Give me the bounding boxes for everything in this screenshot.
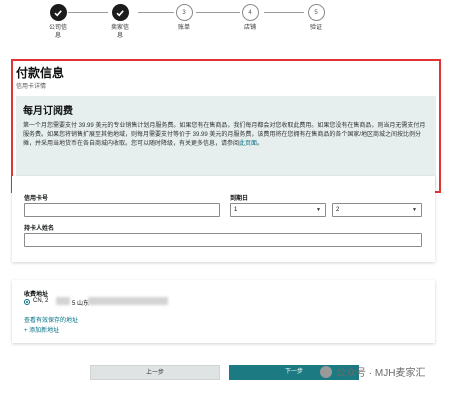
page-subtitle: 信用卡详情	[16, 84, 47, 90]
progress-stepper: 公司信息 卖家信息 3 账单 4 店铺 5 验证	[0, 0, 462, 44]
step-company-info: 公司信息	[38, 4, 78, 40]
step-billing: 3 账单	[164, 4, 204, 32]
step-number: 5	[307, 4, 325, 21]
cardholder-label: 持卡人姓名	[24, 226, 55, 232]
card-details-panel: 信用卡号 到期日 1 ▼ 2 ▼ 持卡人姓名	[12, 176, 435, 262]
this-page-link[interactable]: 此页面	[239, 141, 257, 147]
checkmark-icon	[49, 4, 67, 21]
step-store: 4 店铺	[230, 4, 270, 32]
checkmark-icon	[111, 4, 129, 21]
step-seller-info: 卖家信息	[100, 4, 140, 40]
redacted-address-blur	[88, 297, 168, 305]
subscription-text: 第一个月您需要支付 39.99 美元的专业销售计划月服务费。如果您有在售商品，我…	[23, 123, 426, 147]
billing-address-label: 收费地址	[24, 292, 49, 298]
billing-address-panel: 收费地址 CN, 2 5 山东 查看有效保存的地址 + 添加新地址	[12, 280, 435, 343]
step-label: 公司信	[48, 25, 67, 31]
card-number-input[interactable]	[24, 203, 220, 217]
subscription-fee-panel: 每月订阅费 第一个月您需要支付 39.99 美元的专业销售计划月服务费。如果您有…	[16, 96, 436, 188]
step-label-line2: 息	[116, 33, 123, 39]
address-radio[interactable]	[24, 299, 30, 305]
step-number: 3	[175, 4, 193, 21]
address-text-part2: 5 山东	[72, 301, 90, 307]
watermark: 公众号 · MJH麦家汇	[320, 364, 425, 379]
step-label: 账单	[177, 25, 190, 31]
expiry-month-select[interactable]: 1 ▼	[230, 203, 326, 217]
card-number-label: 信用卡号	[24, 196, 49, 202]
payment-info-highlight: 付款信息 信用卡详情 每月订阅费 第一个月您需要支付 39.99 美元的专业销售…	[11, 59, 441, 193]
expiry-year-value: 2	[336, 207, 340, 213]
subscription-text-end: 。	[257, 141, 264, 147]
step-number: 4	[241, 4, 259, 21]
subscription-title: 每月订阅费	[23, 106, 73, 117]
expiry-month-value: 1	[234, 207, 238, 213]
step-verification: 5 验证	[296, 4, 336, 32]
dropdown-arrow-icon: ▼	[412, 207, 417, 213]
step-label: 店铺	[243, 25, 256, 31]
wechat-icon	[320, 365, 332, 378]
view-saved-addresses-link[interactable]: 查看有效保存的地址	[24, 315, 78, 324]
expiry-label: 到期日	[230, 196, 249, 202]
cardholder-name-input[interactable]	[24, 233, 422, 247]
step-label: 卖家信	[110, 25, 129, 31]
step-label-line2: 息	[54, 33, 61, 39]
page-title: 付款信息	[16, 66, 65, 80]
expiry-year-select[interactable]: 2 ▼	[332, 203, 422, 217]
address-text: CN, 2	[33, 298, 48, 304]
redacted-address-blur	[56, 297, 70, 305]
address-prefix: CN, 2	[33, 298, 49, 304]
step-label: 验证	[309, 25, 322, 31]
watermark-text: 公众号 · MJH麦家汇	[336, 368, 426, 379]
dropdown-arrow-icon: ▼	[316, 207, 321, 213]
previous-button[interactable]: 上一步	[90, 365, 220, 380]
add-new-address-link[interactable]: + 添加新地址	[24, 325, 59, 334]
subscription-description: 第一个月您需要支付 39.99 美元的专业销售计划月服务费。如果您有在售商品，我…	[23, 122, 429, 149]
